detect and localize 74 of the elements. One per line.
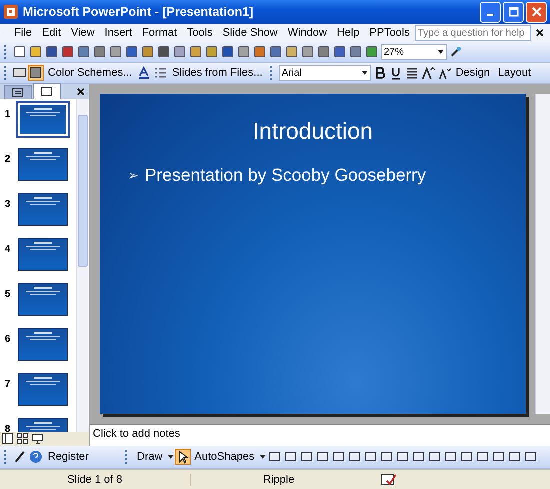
slide-icon [41, 86, 53, 96]
slide-number: 1 [5, 108, 12, 120]
decrease-font-icon[interactable] [436, 66, 451, 80]
magic-wand-icon[interactable] [13, 450, 27, 464]
close-pane-icon[interactable] [77, 88, 85, 96]
outline-icon [12, 88, 24, 98]
slide-number: 4 [5, 243, 12, 255]
help-icon[interactable] [449, 45, 463, 59]
menu-item[interactable]: File [9, 27, 38, 39]
app-icon [3, 4, 19, 20]
dropdown-arrow-icon[interactable] [260, 455, 266, 459]
align-icon[interactable] [404, 66, 419, 80]
slide-number: 6 [5, 333, 12, 345]
normal-view-icon[interactable] [2, 433, 14, 445]
bullet-marker: ➢ [128, 168, 139, 183]
color-schemes-button[interactable]: Color Schemes... [45, 67, 136, 79]
close-button[interactable] [526, 2, 547, 22]
spelling-status-icon [381, 472, 397, 486]
zoom-dropdown[interactable]: 27% [381, 44, 447, 60]
slide-number: 2 [5, 153, 12, 165]
minimize-button[interactable] [480, 2, 501, 22]
close-document-icon[interactable] [536, 29, 544, 37]
slide-icon[interactable] [13, 66, 27, 80]
maximize-icon [508, 7, 518, 17]
menu-item[interactable]: Insert [100, 27, 138, 39]
slide-thumbnail[interactable] [18, 283, 68, 316]
menu-item[interactable]: View [66, 27, 100, 39]
menu-item[interactable]: Slide Show [218, 27, 283, 39]
design-button[interactable]: Design [452, 67, 494, 79]
slide-sorter-icon[interactable] [17, 433, 29, 445]
font-dropdown[interactable]: Arial [278, 65, 371, 81]
slide-number: 3 [5, 198, 12, 210]
outline-tab[interactable] [4, 85, 32, 99]
slide-counter: Slide 1 of 8 [66, 474, 124, 486]
slide-thumbnail[interactable] [18, 373, 68, 406]
layout-button[interactable]: Layout [495, 67, 534, 79]
dropdown-arrow-icon [362, 71, 368, 75]
menu-item[interactable]: Window [282, 27, 332, 39]
slide-title: Introduction [252, 118, 374, 145]
menu-item[interactable]: Help [332, 27, 365, 39]
slide-thumbnail[interactable] [18, 328, 68, 361]
draw-menu-button[interactable]: Draw [134, 451, 166, 463]
notes-field[interactable]: Click to add notes [90, 424, 550, 446]
slide-number: 8 [5, 423, 12, 432]
autoshapes-menu-button[interactable]: AutoShapes [192, 451, 258, 463]
slides-from-files-button[interactable]: Slides from Files... [169, 67, 266, 79]
bullet-list-icon[interactable] [153, 66, 168, 80]
help-search-field[interactable]: Type a question for help [415, 25, 531, 41]
close-icon [532, 7, 542, 17]
dropdown-arrow-icon[interactable] [168, 455, 174, 459]
slide-number: 7 [5, 378, 12, 390]
menu-item[interactable]: Edit [37, 27, 66, 39]
maximize-button[interactable] [503, 2, 524, 22]
dropdown-arrow-icon [438, 50, 444, 54]
design-name: Ripple [190, 474, 367, 486]
bullet-text: Presentation by Scooby Gooseberry [145, 165, 426, 186]
slide-thumbnail[interactable] [18, 148, 68, 181]
scrollbar[interactable] [76, 99, 89, 432]
notes-placeholder: Click to add notes [93, 428, 180, 440]
slide-thumbnail[interactable] [18, 193, 68, 226]
window-title: Microsoft PowerPoint - [Presentation1] [23, 5, 255, 19]
slide-number: 5 [5, 288, 12, 300]
slides-tab[interactable] [33, 83, 61, 99]
scrollbar[interactable] [535, 94, 550, 414]
minimize-icon [487, 14, 494, 16]
menu-item[interactable]: Tools [182, 27, 218, 39]
pointer-icon[interactable] [176, 450, 190, 464]
register-button[interactable]: Register [45, 451, 121, 463]
slide[interactable]: Introduction ➢ Presentation by Scooby Gooseberry [100, 94, 526, 414]
slide-show-icon[interactable] [32, 433, 44, 445]
increase-font-icon[interactable] [420, 66, 435, 80]
menu-item[interactable]: Format [137, 27, 182, 39]
menu-item[interactable]: PPTools [364, 27, 415, 39]
slide-thumbnail[interactable] [18, 238, 68, 271]
